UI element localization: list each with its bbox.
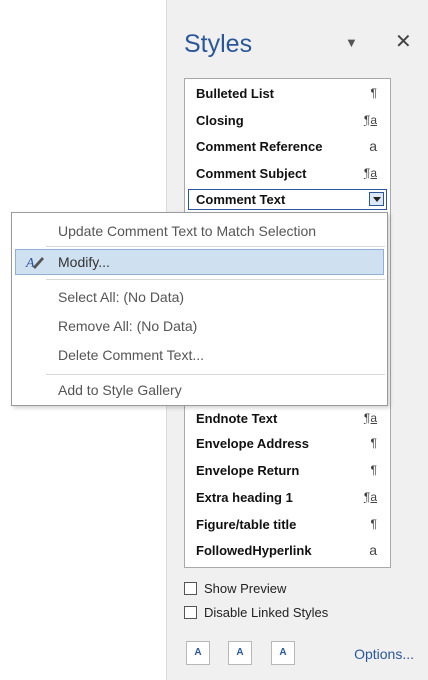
modify-style-icon: A — [25, 256, 44, 271]
menu-item-label: Modify... — [58, 254, 110, 270]
manage-styles-icon: A — [279, 647, 287, 658]
style-inspector-icon: A — [236, 647, 244, 658]
style-item[interactable]: Bulleted List ¶ — [188, 83, 387, 104]
style-name: Comment Subject — [196, 166, 307, 181]
character-style-icon: a — [369, 138, 377, 154]
close-icon[interactable]: ✕ — [395, 29, 412, 54]
style-item[interactable]: Envelope Return ¶ — [188, 460, 387, 481]
style-item[interactable]: Comment Subject ¶a — [188, 163, 387, 184]
style-name: Envelope Return — [196, 463, 300, 478]
paragraph-style-icon: ¶ — [370, 436, 377, 450]
menu-separator — [46, 374, 385, 375]
style-item[interactable]: Closing ¶a — [188, 110, 387, 131]
show-preview-option[interactable]: Show Preview — [184, 580, 286, 598]
style-name: Endnote Text — [196, 411, 278, 426]
style-name: Bulleted List — [196, 86, 275, 101]
menu-item-select-all[interactable]: Select All: (No Data) — [12, 284, 387, 310]
paragraph-style-icon: ¶ — [370, 463, 377, 477]
style-item[interactable]: Extra heading 1 ¶a — [188, 487, 387, 508]
style-context-menu: Update Comment Text to Match Selection A… — [11, 212, 388, 406]
style-item[interactable]: FollowedHyperlink a — [188, 540, 387, 561]
style-name: Envelope Address — [196, 436, 309, 451]
manage-styles-button[interactable]: A — [271, 641, 295, 665]
linked-style-icon: ¶a — [363, 490, 377, 504]
disable-linked-styles-label: Disable Linked Styles — [204, 605, 329, 621]
pane-options-dropdown-icon[interactable]: ▼ — [345, 35, 358, 50]
menu-item-update-to-match[interactable]: Update Comment Text to Match Selection — [12, 218, 387, 244]
style-item[interactable]: Figure/table title ¶ — [188, 514, 387, 535]
style-dropdown-button[interactable] — [369, 192, 384, 206]
new-style-button[interactable]: A — [186, 641, 210, 665]
linked-style-icon: ¶a — [363, 166, 377, 180]
linked-style-icon: ¶a — [363, 113, 377, 127]
menu-item-modify[interactable]: A Modify... — [15, 249, 384, 275]
style-name: Closing — [196, 113, 244, 128]
style-name: Comment Text — [196, 192, 286, 207]
style-item[interactable]: Endnote Text ¶a — [188, 408, 387, 429]
show-preview-checkbox[interactable] — [184, 582, 197, 596]
pane-title: Styles — [184, 30, 253, 58]
style-name: Extra heading 1 — [196, 490, 293, 505]
linked-style-icon: ¶a — [363, 411, 377, 425]
disable-linked-styles-checkbox[interactable] — [184, 606, 197, 620]
menu-item-add-to-gallery[interactable]: Add to Style Gallery — [12, 377, 387, 403]
menu-item-remove-all[interactable]: Remove All: (No Data) — [12, 313, 387, 339]
show-preview-label: Show Preview — [204, 581, 287, 597]
paragraph-style-icon: ¶ — [370, 86, 377, 100]
options-link[interactable]: Options... — [354, 646, 414, 662]
style-name: Comment Reference — [196, 139, 323, 154]
character-style-icon: a — [369, 542, 377, 558]
new-style-icon: A — [194, 647, 202, 658]
menu-separator — [46, 246, 385, 247]
menu-separator — [46, 279, 385, 280]
paragraph-style-icon: ¶ — [370, 517, 377, 531]
menu-item-delete-style[interactable]: Delete Comment Text... — [12, 342, 387, 368]
style-inspector-button[interactable]: A — [228, 641, 252, 665]
disable-linked-styles-option[interactable]: Disable Linked Styles — [184, 604, 328, 622]
style-name: Figure/table title — [196, 517, 297, 532]
svg-text:A: A — [25, 256, 35, 271]
style-item[interactable]: Comment Reference a — [188, 136, 387, 157]
style-item[interactable]: Envelope Address ¶ — [188, 433, 387, 454]
style-item-selected[interactable]: Comment Text — [188, 189, 387, 210]
style-name: FollowedHyperlink — [196, 543, 312, 558]
